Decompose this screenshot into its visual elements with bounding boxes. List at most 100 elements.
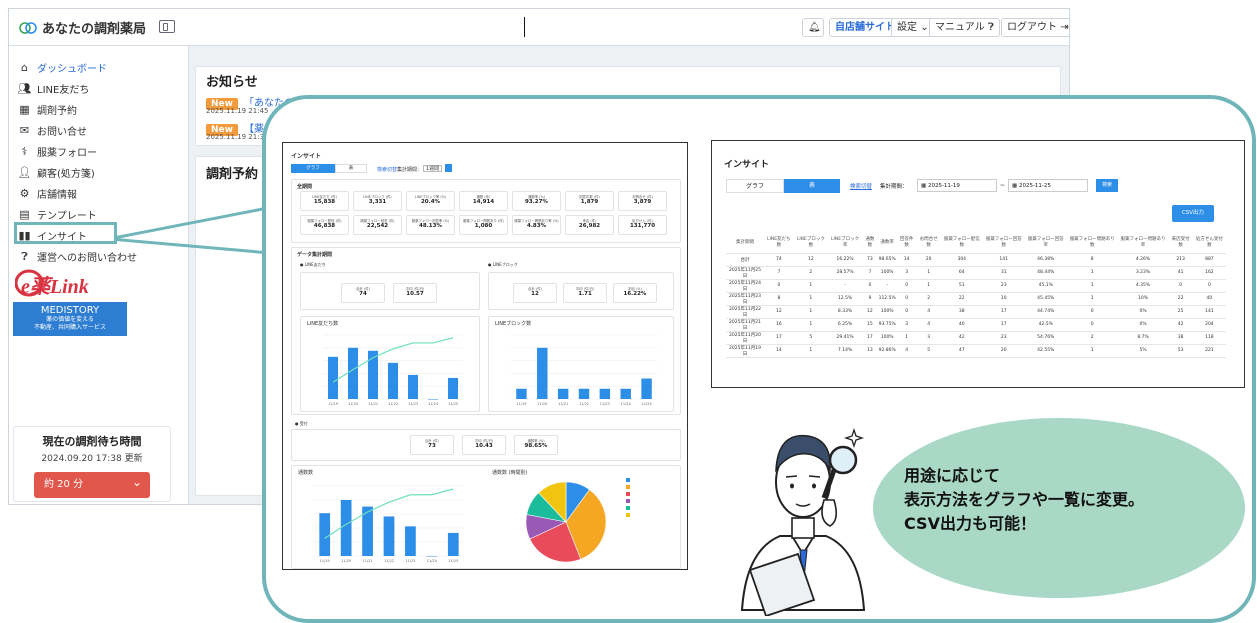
stat-value: 10.57 — [406, 291, 424, 297]
tab-table[interactable]: 表 — [784, 179, 840, 193]
tab-table[interactable]: 表 — [335, 164, 367, 173]
sidebar-item-label: 店舗情報 — [37, 190, 77, 201]
settings-label: 設定 — [897, 22, 917, 33]
table-cell: 6.25% — [827, 318, 863, 332]
table-cell: 1 — [1066, 279, 1118, 293]
table-cell: 42.5% — [1024, 318, 1067, 332]
line-friends-heading: ● LINE友だち — [300, 262, 326, 267]
table-cell: 213 — [1168, 253, 1193, 267]
medistory-sub1: 薬の価値を変える — [46, 316, 94, 323]
sidebar-toggle-icon[interactable] — [159, 20, 175, 33]
medistory-sub2: 不動産、共同購入サービス — [33, 324, 106, 331]
users-icon: 👥︎ — [17, 81, 32, 95]
table-header-cell: 服薬フォロー回答数 — [982, 231, 1025, 254]
table-cell: 20 — [916, 253, 941, 267]
table-cell: 31 — [982, 266, 1025, 280]
table-cell: 887 — [1192, 253, 1226, 267]
sidebar-item-label: 顧客(処方箋) — [37, 169, 95, 180]
calendar-icon: ▦ — [1012, 183, 1019, 189]
pharmacist-illustration — [740, 427, 866, 616]
table-header-cell: LINEブロック数 — [793, 231, 828, 254]
table-cell: 1 — [916, 266, 941, 280]
table-cell: 45.1% — [1024, 279, 1067, 293]
table-cell: 1 — [1066, 344, 1118, 358]
chart-tick-label: 11/24 — [428, 402, 439, 406]
sidebar-item-line-friends[interactable]: 👥︎ LINE友だち — [17, 81, 90, 96]
reception-chart: 11/19 11/20 11/21 11/22 11/23 11/24 11/25 — [314, 485, 464, 563]
logout-button[interactable]: ログアウト ⇥ — [1001, 18, 1069, 37]
sidebar-item-reservation[interactable]: ▦ 調剤予約 — [17, 102, 77, 117]
calendar-icon: ▦ — [921, 183, 928, 189]
filter-link[interactable]: 検索切替 — [850, 182, 872, 190]
date-to-input[interactable]: ▦ 2025-11-25 — [1008, 179, 1088, 192]
stat-box: 回答件数 (件) 1,879 — [565, 191, 614, 211]
stat-box: 通数率 (%) 98.65% — [514, 435, 558, 455]
table-header-cell: お問合せ数 — [916, 231, 941, 254]
stat-box: 通数率 (%) 93.27% — [512, 191, 561, 211]
table-cell: 112.5% — [877, 292, 897, 306]
sidebar-item-inquiry[interactable]: ✉ お問い合せ — [17, 123, 87, 138]
sidebar-item-follow[interactable]: ⚕ 服薬フォロー — [17, 144, 97, 159]
table-cell: 23 — [982, 331, 1025, 345]
wait-time-title: 現在の調剤待ち時間 — [42, 435, 142, 448]
sidebar-item-store-info[interactable]: ⚙ 店舗情報 — [17, 186, 77, 201]
table-cell: 8.7% — [1117, 331, 1169, 345]
tab-graph[interactable]: グラフ — [291, 164, 335, 173]
table-cell: 14 — [764, 344, 794, 358]
help-icon: ❓︎ — [21, 249, 28, 263]
manual-button[interactable]: マニュアル ❓︎ — [929, 18, 1000, 37]
table-cell: 141 — [982, 253, 1025, 267]
chart-bar — [405, 526, 416, 556]
period-panel: データ集計期間 ● LINE友だち ● LINEブロック 合計 (件) 74 平均 … — [291, 247, 681, 415]
date-from-input[interactable]: ▦ 2025-11-19 — [917, 179, 997, 192]
wait-time-card: 現在の調剤待ち時間 2024.09.20 17:38 更新 約 20 分 — [13, 426, 171, 502]
calendar-icon: ▦ — [19, 102, 30, 116]
sidebar-item-label: LINE友だち — [37, 85, 90, 96]
chart-bar — [448, 377, 458, 399]
stat-value: 48.13% — [419, 223, 442, 229]
filter-link[interactable]: 検索切替 — [377, 166, 397, 173]
stat-box: 服薬フォロー回答 (件) 22,542 — [353, 215, 402, 235]
sidebar-item-customers[interactable]: 👤︎ 顧客(処方箋) — [17, 165, 95, 180]
stat-box: 来店 (件) 26,982 — [565, 215, 614, 235]
chart-bar — [428, 399, 438, 400]
text-cursor — [524, 17, 525, 37]
sidebar-item-template[interactable]: ▤ テンプレート — [17, 207, 96, 222]
period-dropdown-icon[interactable] — [445, 164, 452, 172]
table-cell: 2025年11月22日 — [726, 305, 764, 319]
stat-box: 割合 (%) 16.22% — [613, 283, 657, 303]
table-cell: 14 — [896, 253, 917, 267]
table-cell: 54.76% — [1024, 331, 1067, 345]
insight-title: インサイト — [291, 153, 322, 160]
tab-graph[interactable]: グラフ — [726, 179, 784, 193]
stat-value: 14,914 — [472, 199, 495, 205]
csv-export-button[interactable]: CSV出力 — [1172, 205, 1214, 222]
block-chart: 11/19 11/20 11/21 11/22 11/23 11/24 11/25 — [511, 334, 657, 406]
medistory-banner[interactable]: MEDISTORY 薬の価値を変える 不動産、共同購入サービス — [13, 302, 127, 336]
stat-value: 3,331 — [368, 199, 387, 205]
period-label: 集計期間： — [880, 184, 908, 190]
period-select[interactable]: 1週間 — [423, 165, 443, 172]
table-cell: 0 — [1192, 279, 1226, 293]
table-cell: 42 — [1168, 318, 1193, 332]
stat-box: 服薬フォロー問題あり率 (%) 4.83% — [512, 215, 561, 235]
elink-logo[interactable]: e薬Link — [14, 268, 125, 298]
table-cell: 0 — [862, 279, 878, 293]
friends-chart-card: LINE友だち数 11/19 11/20 11/21 11/22 11/23 11/24 1… — [300, 316, 480, 412]
stat-box: LINEブロック (件) 3,331 — [353, 191, 402, 211]
bell-button[interactable]: 🔔︎ — [802, 18, 824, 37]
table-cell: 141 — [1192, 305, 1226, 319]
chart-tick-label: 11/25 — [448, 402, 458, 406]
app-brand[interactable]: あなたの調剤薬局 — [19, 18, 146, 37]
stat-box: 平均 (件/日) 10.57 — [393, 283, 437, 303]
wait-time-select[interactable]: 約 20 分 — [34, 469, 150, 498]
stat-value: 1,879 — [580, 199, 599, 205]
table-header-row: 集計期間 LINE友だち数 LINEブロック数 LINEブロック率 通数数 通数率 回答件数… — [726, 231, 1226, 254]
search-button[interactable]: 検索 — [1096, 179, 1118, 192]
legend-swatch — [626, 506, 630, 510]
sidebar-item-dashboard[interactable]: ⌂ ダッシュボード — [17, 60, 107, 75]
stat-box: 平均 (件/日) 10.43 — [462, 435, 506, 455]
table-cell: 4 — [916, 318, 941, 332]
sidebar-item-support[interactable]: ❓︎ 運営へのお問い合わせ — [17, 249, 137, 264]
chart-bar — [328, 356, 338, 399]
